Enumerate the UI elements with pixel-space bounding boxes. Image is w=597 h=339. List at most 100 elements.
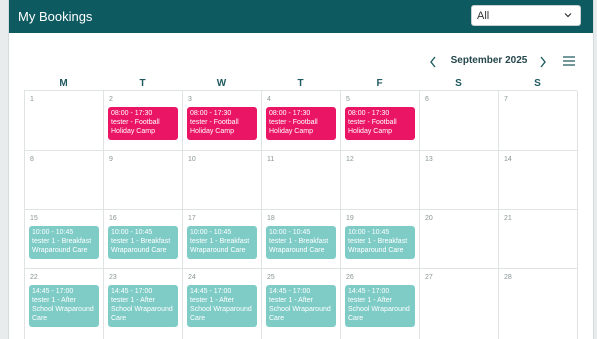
day-number: 1 — [30, 96, 34, 103]
event-title: tester 1 - Breakfast — [111, 238, 171, 245]
day-number: 13 — [425, 156, 433, 163]
day-number: 16 — [109, 215, 117, 222]
event-after-school-wraparound-care[interactable]: 14:45 - 17:00 tester 1 - After School Wr… — [108, 285, 178, 327]
day-cell[interactable]: 15 10:00 - 10:45 tester 1 - Breakfast Wr… — [25, 210, 104, 269]
day-number: 25 — [267, 274, 275, 281]
day-number: 19 — [346, 215, 354, 222]
event-time: 10:00 - 10:45 — [190, 229, 232, 236]
event-football-holiday-camp[interactable]: 08:00 - 17:30 tester - Football Holiday … — [187, 107, 257, 140]
event-breakfast-wraparound-care[interactable]: 10:00 - 10:45 tester 1 - Breakfast Wrapa… — [345, 226, 415, 259]
day-number: 7 — [504, 96, 508, 103]
day-number: 9 — [109, 156, 113, 163]
event-time: 14:45 - 17:00 — [348, 288, 390, 295]
day-number: 11 — [267, 156, 275, 163]
day-number: 26 — [346, 274, 354, 281]
day-cell[interactable]: 5 08:00 - 17:30 tester - Football Holida… — [341, 91, 420, 151]
event-title: tester - Football — [111, 119, 160, 126]
event-title: tester 1 - After — [190, 297, 234, 304]
event-time: 08:00 - 17:30 — [111, 110, 153, 117]
event-after-school-wraparound-care[interactable]: 14:45 - 17:00 tester 1 - After School Wr… — [187, 285, 257, 327]
next-month-button[interactable] — [536, 53, 550, 71]
day-cell[interactable]: 8 — [25, 151, 104, 210]
day-cell[interactable]: 23 14:45 - 17:00 tester 1 - After School… — [104, 269, 183, 339]
day-cell[interactable]: 19 10:00 - 10:45 tester 1 - Breakfast Wr… — [341, 210, 420, 269]
day-cell[interactable]: 16 10:00 - 10:45 tester 1 - Breakfast Wr… — [104, 210, 183, 269]
day-number: 23 — [109, 274, 117, 281]
day-number: 17 — [188, 215, 196, 222]
day-cell[interactable]: 4 08:00 - 17:30 tester - Football Holida… — [262, 91, 341, 151]
month-grid: 1 2 08:00 - 17:30 tester - Football Holi… — [24, 90, 578, 339]
event-football-holiday-camp[interactable]: 08:00 - 17:30 tester - Football Holiday … — [266, 107, 336, 140]
day-number: 3 — [188, 96, 192, 103]
day-cell[interactable]: 2 08:00 - 17:30 tester - Football Holida… — [104, 91, 183, 151]
header-bar: My Bookings All — [9, 0, 593, 33]
event-title: tester 1 - Breakfast — [348, 238, 408, 245]
event-after-school-wraparound-care[interactable]: 14:45 - 17:00 tester 1 - After School Wr… — [29, 285, 99, 327]
day-cell[interactable]: 25 14:45 - 17:00 tester 1 - After School… — [262, 269, 341, 339]
day-cell[interactable]: 6 — [420, 91, 499, 151]
event-football-holiday-camp[interactable]: 08:00 - 17:30 tester - Football Holiday … — [108, 107, 178, 140]
event-after-school-wraparound-care[interactable]: 14:45 - 17:00 tester 1 - After School Wr… — [345, 285, 415, 327]
day-cell[interactable]: 3 08:00 - 17:30 tester - Football Holida… — [183, 91, 262, 151]
weekday-label: S — [534, 78, 541, 89]
event-title: tester 1 - Breakfast — [190, 238, 250, 245]
event-title: tester 1 - After — [348, 297, 392, 304]
event-time: 14:45 - 17:00 — [190, 288, 232, 295]
day-number: 21 — [504, 215, 512, 222]
event-breakfast-wraparound-care[interactable]: 10:00 - 10:45 tester 1 - Breakfast Wrapa… — [266, 226, 336, 259]
hamburger-menu-icon[interactable] — [562, 55, 576, 67]
day-cell[interactable]: 14 — [499, 151, 578, 210]
event-title: tester - Football — [269, 119, 318, 126]
event-time: 14:45 - 17:00 — [269, 288, 311, 295]
page-title: My Bookings — [18, 9, 93, 24]
day-cell[interactable]: 20 — [420, 210, 499, 269]
day-cell[interactable]: 13 — [420, 151, 499, 210]
booking-filter-select[interactable]: All — [471, 5, 581, 26]
day-number: 14 — [504, 156, 512, 163]
event-after-school-wraparound-care[interactable]: 14:45 - 17:00 tester 1 - After School Wr… — [266, 285, 336, 327]
day-cell[interactable]: 17 10:00 - 10:45 tester 1 - Breakfast Wr… — [183, 210, 262, 269]
day-cell[interactable]: 21 — [499, 210, 578, 269]
day-cell[interactable]: 28 — [499, 269, 578, 339]
day-number: 10 — [188, 156, 196, 163]
event-title: Wraparound Care — [348, 247, 404, 254]
day-cell[interactable]: 11 — [262, 151, 341, 210]
day-number: 8 — [30, 156, 34, 163]
event-title: tester 1 - After — [111, 297, 155, 304]
chevron-left-icon — [430, 56, 436, 68]
day-cell[interactable]: 9 — [104, 151, 183, 210]
day-cell[interactable]: 27 — [420, 269, 499, 339]
event-title: tester 1 - After — [269, 297, 313, 304]
chevron-down-icon — [564, 13, 572, 18]
day-cell[interactable]: 12 — [341, 151, 420, 210]
event-title: School Wraparound — [32, 306, 94, 313]
day-cell[interactable]: 1 — [25, 91, 104, 151]
weekday-header: M T W T F S S — [24, 78, 577, 90]
day-number: 4 — [267, 96, 271, 103]
event-breakfast-wraparound-care[interactable]: 10:00 - 10:45 tester 1 - Breakfast Wrapa… — [29, 226, 99, 259]
event-breakfast-wraparound-care[interactable]: 10:00 - 10:45 tester 1 - Breakfast Wrapa… — [108, 226, 178, 259]
day-number: 22 — [30, 274, 38, 281]
day-number: 15 — [30, 215, 38, 222]
event-breakfast-wraparound-care[interactable]: 10:00 - 10:45 tester 1 - Breakfast Wrapa… — [187, 226, 257, 259]
day-cell[interactable]: 10 — [183, 151, 262, 210]
event-time: 14:45 - 17:00 — [32, 288, 74, 295]
day-cell[interactable]: 22 14:45 - 17:00 tester 1 - After School… — [25, 269, 104, 339]
event-time: 10:00 - 10:45 — [348, 229, 390, 236]
day-cell[interactable]: 26 14:45 - 17:00 tester 1 - After School… — [341, 269, 420, 339]
event-title: School Wraparound — [190, 306, 252, 313]
day-cell[interactable]: 7 — [499, 91, 578, 151]
day-cell[interactable]: 18 10:00 - 10:45 tester 1 - Breakfast Wr… — [262, 210, 341, 269]
day-number: 20 — [425, 215, 433, 222]
day-cell[interactable]: 24 14:45 - 17:00 tester 1 - After School… — [183, 269, 262, 339]
event-title: Holiday Camp — [269, 128, 313, 135]
previous-month-button[interactable] — [426, 53, 440, 71]
event-title: School Wraparound — [111, 306, 173, 313]
event-time: 14:45 - 17:00 — [111, 288, 153, 295]
day-number: 12 — [346, 156, 354, 163]
month-label: September 2025 — [450, 55, 528, 66]
day-number: 28 — [504, 274, 512, 281]
event-title: Holiday Camp — [111, 128, 155, 135]
event-title: Care — [348, 315, 364, 322]
event-football-holiday-camp[interactable]: 08:00 - 17:30 tester - Football Holiday … — [345, 107, 415, 140]
